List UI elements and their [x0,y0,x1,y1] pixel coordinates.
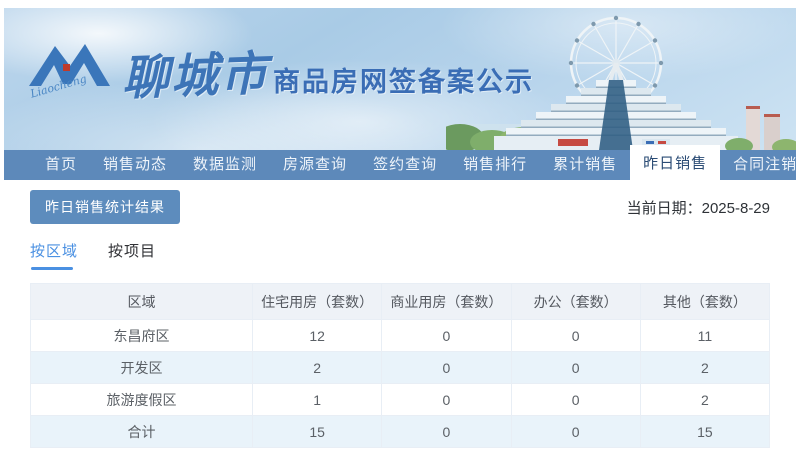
nav-item-1[interactable]: 销售动态 [90,150,180,180]
column-header-2: 商业用房（套数） [381,283,512,320]
current-date-value: 2025-8-29 [701,199,770,217]
value-cell: 0 [510,319,641,352]
value-cell: 15 [639,415,771,448]
table-header-row: 区域 住宅用房（套数） 商业用房（套数） 办公（套数） 其他（套数） [30,283,771,320]
liaocheng-logo-icon: Liaocheng [28,44,110,100]
region-cell: 开发区 [30,351,253,384]
value-cell: 15 [251,415,383,448]
content-area: 昨日销售统计结果 当前日期：2025-8-29 按区域 按项目 区域 住宅用房（套数… [0,190,800,448]
value-cell: 2 [639,383,771,416]
view-tabs: 按区域 按项目 [30,240,770,270]
value-cell: 11 [639,319,771,352]
value-cell: 0 [510,415,641,448]
main-nav: 首页 销售动态 数据监测 房源查询 签约查询 销售排行 累计销售 昨日销售 合同注销 [4,145,796,180]
header-banner: Liaocheng 聊城市 商品房网签备案公示 [4,8,796,150]
column-header-1: 住宅用房（套数） [251,283,383,320]
table-row: 开发区 2 0 0 2 [30,351,771,384]
nav-item-2[interactable]: 数据监测 [180,150,270,180]
nav-item-3[interactable]: 房源查询 [270,150,360,180]
column-header-0: 区域 [30,283,253,320]
value-cell: 1 [251,383,383,416]
nav-item-0[interactable]: 首页 [32,150,90,180]
view-tab-0[interactable]: 按区域 [30,240,78,270]
nav-item-4[interactable]: 签约查询 [360,150,450,180]
value-cell: 2 [251,351,383,384]
nav-item-5[interactable]: 销售排行 [450,150,540,180]
value-cell: 0 [381,351,512,384]
table-row: 旅游度假区 1 0 0 2 [30,383,771,416]
value-cell: 0 [510,351,641,384]
ferris-wheel-building-illustration [446,15,796,150]
city-name-calligraphy: 聊城市 [121,46,270,107]
value-cell: 0 [510,383,641,416]
region-cell: 旅游度假区 [30,383,253,416]
value-cell: 0 [381,319,512,352]
table-row: 合计 15 0 0 15 [30,415,771,448]
value-cell: 0 [381,415,512,448]
nav-item-6[interactable]: 累计销售 [540,150,630,180]
column-header-3: 办公（套数） [510,283,641,320]
nav-item-7[interactable]: 昨日销售 [630,145,721,180]
sales-by-region-table: 区域 住宅用房（套数） 商业用房（套数） 办公（套数） 其他（套数） 东昌府区 12 0 0 1… [30,283,771,448]
region-cell: 东昌府区 [30,319,253,352]
value-cell: 2 [639,351,771,384]
yesterday-sales-result-button[interactable]: 昨日销售统计结果 [30,190,180,224]
current-date-label: 当前日期： [626,199,702,217]
region-cell: 合计 [30,415,253,448]
toolbar: 昨日销售统计结果 当前日期：2025-8-29 [30,190,770,224]
value-cell: 0 [381,383,512,416]
nav-item-8[interactable]: 合同注销 [720,150,800,180]
table-row: 东昌府区 12 0 0 11 [30,319,771,352]
view-tab-1[interactable]: 按项目 [108,240,156,270]
column-header-4: 其他（套数） [639,283,771,320]
value-cell: 12 [251,319,383,352]
current-date: 当前日期：2025-8-29 [627,197,770,218]
